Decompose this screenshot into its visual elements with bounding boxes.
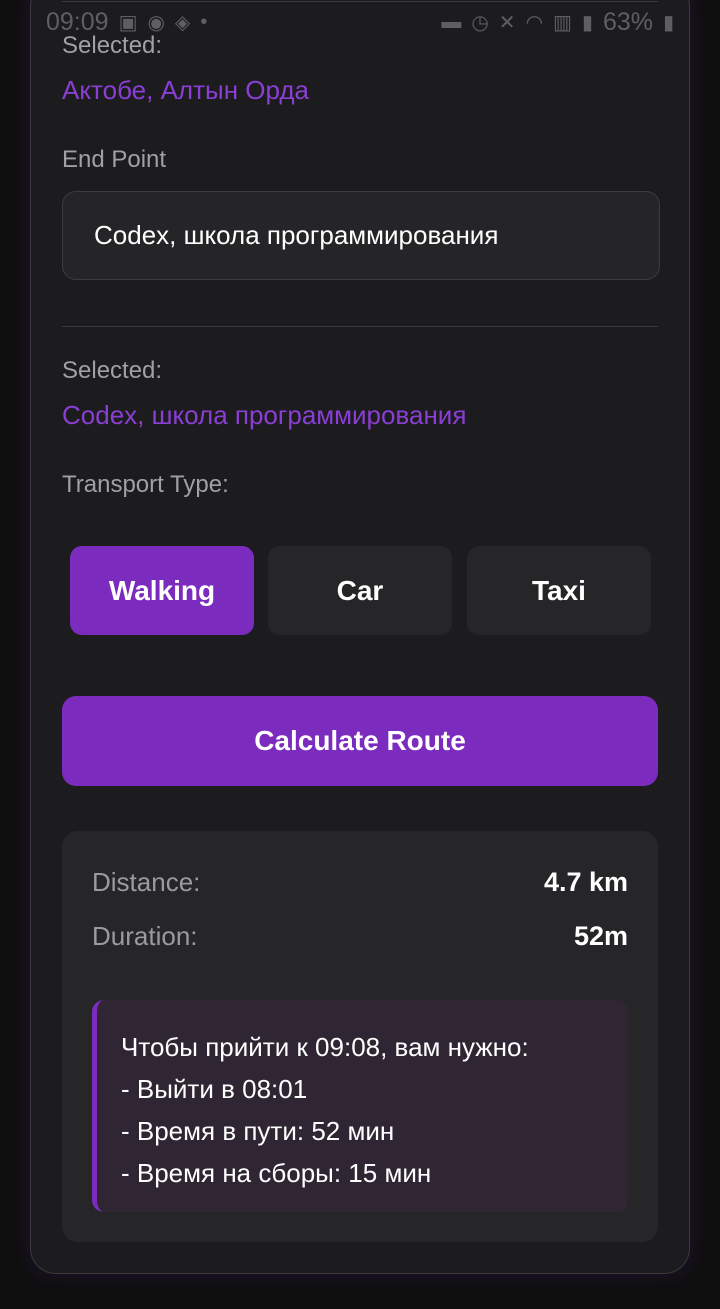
note-line: - Время в пути: 52 мин <box>121 1116 395 1146</box>
route-result-panel: Distance: 4.7 km Duration: 52m Чтобы при… <box>62 831 658 1242</box>
duration-value: 52m <box>573 921 628 951</box>
mute-icon: ✕ <box>498 11 516 34</box>
app-icon: ◉ <box>147 11 165 34</box>
note-line: - Время на сборы: 15 мин <box>121 1158 432 1188</box>
battery-icon: ▮ <box>662 11 674 34</box>
gallery-icon: ▣ <box>118 11 138 34</box>
sleep-icon: ▬ <box>441 10 462 33</box>
transport-walking-button[interactable]: Walking <box>70 546 254 635</box>
distance-row: Distance: 4.7 km <box>92 867 628 898</box>
end-selected-value: Codex, школа программирования <box>62 400 467 430</box>
signal-icon: ▮ <box>581 11 593 34</box>
note-line: Чтобы прийти к 09:08, вам нужно: <box>121 1032 529 1062</box>
end-selected-label: Selected: <box>62 357 163 384</box>
start-selected-label: Selected: <box>62 32 163 59</box>
status-bar-right: ▬ ◷ ✕ ◠ ▥ ▮ 63% ▮ <box>441 8 674 37</box>
duration-label: Duration: <box>92 921 198 951</box>
wifi-icon: ◠ <box>525 11 544 34</box>
distance-value: 4.7 km <box>543 867 628 897</box>
alarm-icon: ◷ <box>471 11 489 34</box>
end-point-input-value: Codex, школа программирования <box>94 220 499 250</box>
calculate-route-button[interactable]: Calculate Route <box>62 696 658 786</box>
start-selected-value: Актобе, Алтын Орда <box>62 75 309 105</box>
note-line: - Выйти в 08:01 <box>121 1074 308 1104</box>
transport-car-button[interactable]: Car <box>268 546 452 635</box>
duration-row: Duration: 52m <box>92 921 628 952</box>
transport-taxi-button[interactable]: Taxi <box>467 546 651 635</box>
battery-percent: 63% <box>602 7 653 36</box>
end-point-label: End Point <box>62 146 167 173</box>
game-icon: ◈ <box>174 11 191 34</box>
transport-type-label: Transport Type: <box>62 471 229 498</box>
lte-icon: ▥ <box>553 11 572 34</box>
distance-label: Distance: <box>92 867 201 897</box>
section-divider <box>62 326 658 327</box>
departure-note: Чтобы прийти к 09:08, вам нужно: - Выйти… <box>92 1000 628 1212</box>
dot-icon: • <box>200 10 208 33</box>
end-point-input[interactable]: Codex, школа программирования <box>62 191 660 280</box>
